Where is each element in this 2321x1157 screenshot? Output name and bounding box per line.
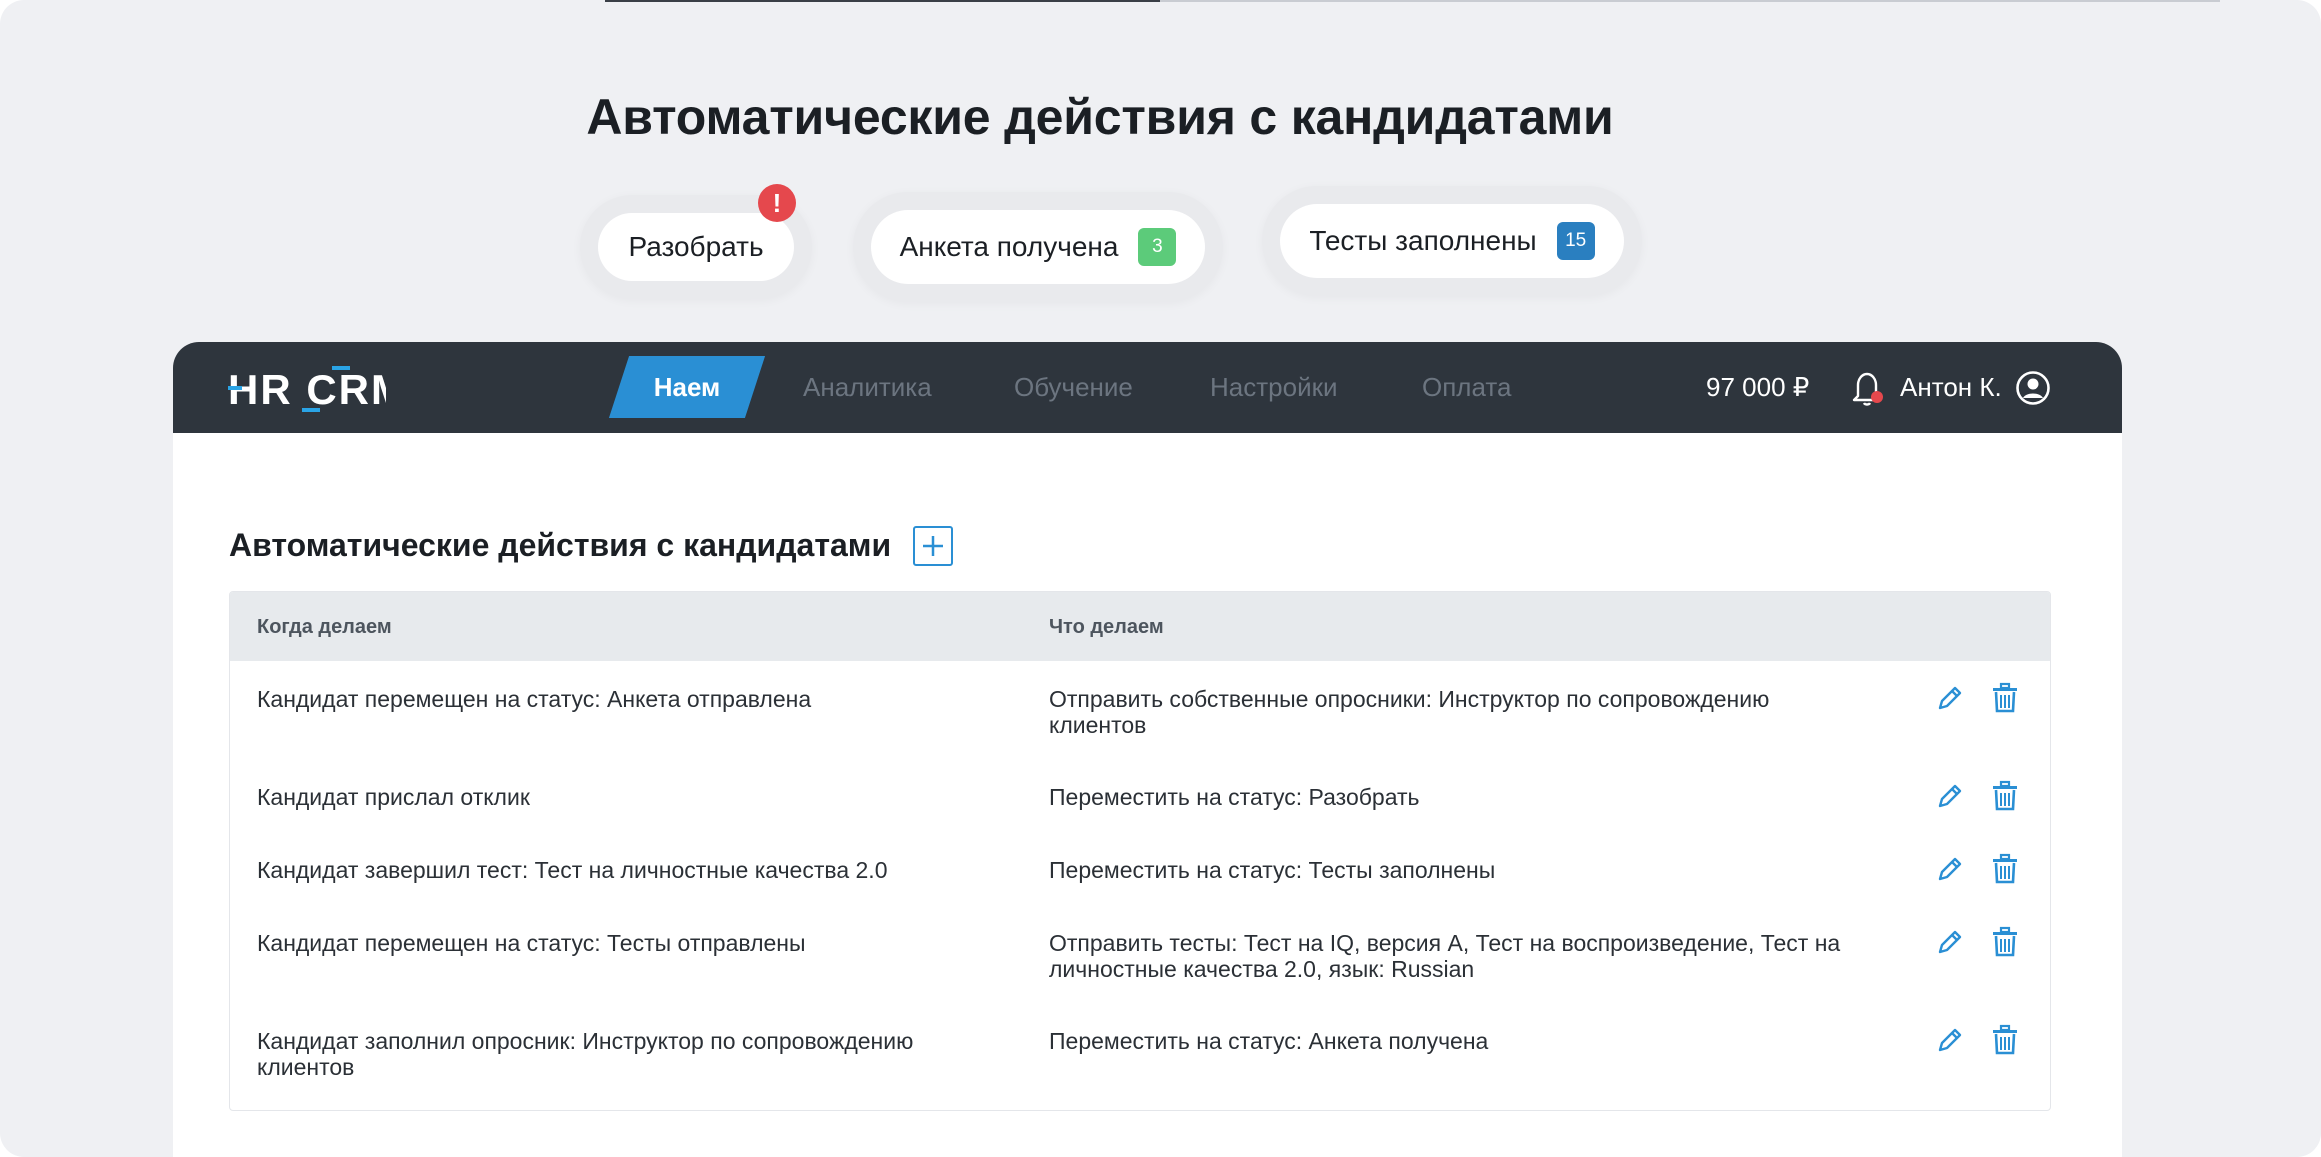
cell-what: Переместить на статус: Разобрать	[1049, 784, 1420, 810]
actions-table: Когда делаем Что делаем Кандидат перемещ…	[229, 591, 2051, 1111]
bell-icon[interactable]	[1850, 369, 1886, 407]
delete-trash-icon[interactable]	[1990, 780, 2020, 812]
cell-what: Переместить на статус: Тесты заполнены	[1049, 857, 1496, 883]
nav-item-training[interactable]: Обучение	[1014, 342, 1133, 433]
nav-item-settings[interactable]: Настройки	[1210, 342, 1338, 433]
delete-trash-icon[interactable]	[1990, 1024, 2020, 1056]
status-pill-label: Тесты заполнены	[1309, 225, 1537, 256]
svg-text:HR CRM: HR CRM	[228, 366, 386, 413]
cell-what: Отправить собственные опросники: Инструк…	[1049, 686, 1770, 738]
page-canvas: Автоматические действия с кандидатами Ра…	[0, 0, 2321, 1157]
edit-pencil-icon[interactable]	[1936, 928, 1964, 956]
header-when: Когда делаем	[257, 616, 392, 638]
hero-title-text: Автоматические действия с кандидатами	[586, 89, 1614, 145]
add-action-button[interactable]	[913, 526, 953, 566]
header-what: Что делаем	[1049, 616, 1164, 638]
section-title: Автоматические действия с кандидатами	[229, 527, 892, 563]
logo[interactable]: HR CRM	[228, 364, 386, 414]
cell-when: Кандидат заполнил опросник: Инструктор п…	[257, 1028, 914, 1080]
count-badge: 15	[1556, 222, 1595, 260]
status-pill-inner[interactable]: Разобрать	[598, 213, 794, 281]
nav-item-naem[interactable]: Наем	[608, 356, 766, 418]
status-pill-label: Разобрать	[628, 231, 764, 262]
nav-item-payment[interactable]: Оплата	[1422, 342, 1511, 433]
edit-pencil-icon[interactable]	[1936, 1026, 1964, 1054]
user-avatar-icon[interactable]	[2015, 370, 2051, 406]
top-divider	[605, 0, 2220, 2]
nav-item-analytics[interactable]: Аналитика	[803, 342, 932, 433]
cell-what: Переместить на статус: Анкета получена	[1049, 1028, 1489, 1054]
user-name[interactable]: Антон К.	[1900, 342, 2002, 433]
edit-pencil-icon[interactable]	[1936, 684, 1964, 712]
cell-when: Кандидат перемещен на статус: Анкета отп…	[257, 686, 812, 712]
delete-trash-icon[interactable]	[1990, 853, 2020, 885]
top-navbar: HR CRM Наем Аналитика Обучение Настройки…	[173, 342, 2122, 433]
status-pill-testy[interactable]: Тесты заполнены 15	[1262, 186, 1642, 296]
edit-pencil-icon[interactable]	[1936, 782, 1964, 810]
cell-when: Кандидат завершил тест: Тест на личностн…	[257, 857, 888, 883]
edit-pencil-icon[interactable]	[1936, 855, 1964, 883]
plus-icon	[923, 536, 943, 556]
alert-badge: !	[758, 184, 796, 222]
cell-when: Кандидат прислал отклик	[257, 784, 530, 810]
app-window: HR CRM Наем Аналитика Обучение Настройки…	[173, 342, 2122, 1157]
nav-item-label: Наем	[653, 371, 721, 402]
table-header: Когда делаем Что делаем	[230, 592, 2050, 661]
status-pill-inner[interactable]: Анкета получена 3	[871, 210, 1205, 284]
cell-when: Кандидат перемещен на статус: Тесты отпр…	[257, 930, 806, 956]
status-pill-anketa[interactable]: Анкета получена 3	[853, 192, 1223, 302]
delete-trash-icon[interactable]	[1990, 682, 2020, 714]
status-pill-inner[interactable]: Тесты заполнены 15	[1280, 204, 1624, 278]
hero-title: Автоматические действия с кандидатами	[0, 88, 2200, 146]
count-badge: 3	[1138, 228, 1177, 266]
logo-mark: HR CRM	[228, 366, 386, 413]
balance: 97 000 ₽	[1706, 372, 1810, 402]
status-pill-label: Анкета получена	[899, 231, 1119, 262]
delete-trash-icon[interactable]	[1990, 926, 2020, 958]
cell-what: Отправить тесты: Тест на IQ, версия А, Т…	[1049, 930, 1841, 982]
